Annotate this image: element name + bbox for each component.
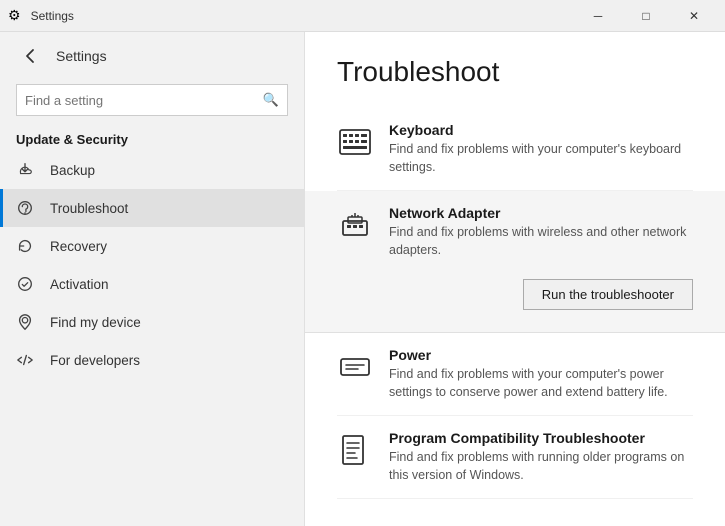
settings-icon: ⚙	[8, 7, 21, 24]
maximize-button[interactable]: □	[623, 0, 669, 32]
back-button[interactable]	[16, 42, 44, 70]
close-button[interactable]: ✕	[671, 0, 717, 32]
keyboard-content: Keyboard Find and fix problems with your…	[389, 122, 693, 176]
program-desc: Find and fix problems with running older…	[389, 449, 693, 484]
troubleshoot-icon	[16, 199, 36, 217]
program-icon	[337, 432, 373, 468]
sidebar-item-find-my-device[interactable]: Find my device	[0, 303, 304, 341]
title-bar-title: Settings	[31, 9, 74, 23]
power-content: Power Find and fix problems with your co…	[389, 347, 693, 401]
power-item: Power Find and fix problems with your co…	[337, 333, 693, 416]
find-icon	[16, 313, 36, 331]
sidebar-header: Settings	[0, 32, 304, 80]
run-troubleshooter-button[interactable]: Run the troubleshooter	[523, 279, 693, 310]
section-label: Update & Security	[0, 124, 304, 151]
search-input[interactable]	[25, 93, 263, 108]
search-icon: 🔍	[263, 92, 279, 108]
search-box[interactable]: 🔍	[16, 84, 288, 116]
network-icon	[337, 207, 373, 243]
sidebar-item-activation-label: Activation	[50, 277, 109, 292]
sidebar-item-developers-label: For developers	[50, 353, 140, 368]
activation-icon	[16, 275, 36, 293]
power-desc: Find and fix problems with your computer…	[389, 366, 693, 401]
sidebar-item-recovery-label: Recovery	[50, 239, 107, 254]
sidebar-item-backup-label: Backup	[50, 163, 95, 178]
network-content: Network Adapter Find and fix problems wi…	[389, 205, 693, 259]
sidebar-item-find-label: Find my device	[50, 315, 141, 330]
program-content: Program Compatibility Troubleshooter Fin…	[389, 430, 693, 484]
program-title: Program Compatibility Troubleshooter	[389, 430, 693, 446]
power-icon	[337, 349, 373, 385]
keyboard-desc: Find and fix problems with your computer…	[389, 141, 693, 176]
developers-icon	[16, 351, 36, 369]
sidebar-item-troubleshoot[interactable]: Troubleshoot	[0, 189, 304, 227]
title-bar: ⚙ Settings ─ □ ✕	[0, 0, 725, 32]
recovery-icon	[16, 237, 36, 255]
keyboard-title: Keyboard	[389, 122, 693, 138]
sidebar: Settings 🔍 Update & Security Backup	[0, 32, 305, 526]
keyboard-icon	[337, 124, 373, 160]
title-bar-controls: ─ □ ✕	[575, 0, 717, 32]
sidebar-item-recovery[interactable]: Recovery	[0, 227, 304, 265]
backup-icon	[16, 161, 36, 179]
program-compat-item: Program Compatibility Troubleshooter Fin…	[337, 416, 693, 499]
minimize-button[interactable]: ─	[575, 0, 621, 32]
sidebar-item-troubleshoot-label: Troubleshoot	[50, 201, 128, 216]
page-title: Troubleshoot	[337, 56, 693, 88]
network-adapter-block: Network Adapter Find and fix problems wi…	[305, 191, 725, 333]
network-adapter-item: Network Adapter Find and fix problems wi…	[337, 205, 693, 259]
title-bar-left: ⚙ Settings	[8, 7, 74, 24]
sidebar-item-activation[interactable]: Activation	[0, 265, 304, 303]
sidebar-app-title: Settings	[56, 48, 107, 64]
sidebar-item-backup[interactable]: Backup	[0, 151, 304, 189]
network-title: Network Adapter	[389, 205, 693, 221]
keyboard-item: Keyboard Find and fix problems with your…	[337, 108, 693, 191]
content-area: Troubleshoot Keyboard Fi	[305, 32, 725, 526]
power-title: Power	[389, 347, 693, 363]
sidebar-item-for-developers[interactable]: For developers	[0, 341, 304, 379]
app-container: Settings 🔍 Update & Security Backup	[0, 32, 725, 526]
network-desc: Find and fix problems with wireless and …	[389, 224, 693, 259]
